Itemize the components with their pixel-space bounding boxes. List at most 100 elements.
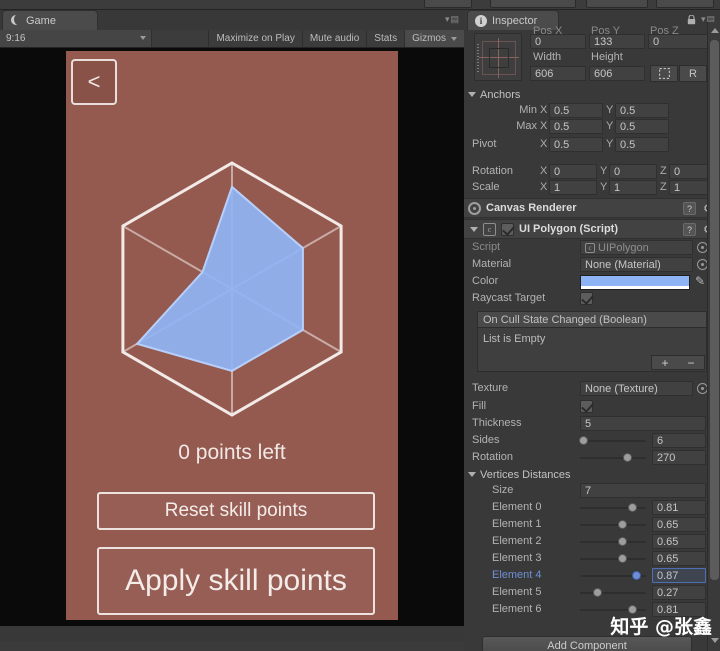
game-view[interactable]: < 0 points left Reset skill points Apply…	[0, 48, 464, 626]
toolbar-button-3[interactable]	[586, 0, 648, 8]
scale-y-field[interactable]: 1	[609, 180, 657, 195]
slider-knob[interactable]	[617, 537, 627, 546]
eyedropper-icon[interactable]: ✎	[695, 274, 705, 288]
script-icon: c	[585, 242, 595, 253]
reset-skill-points-label: Reset skill points	[164, 500, 308, 521]
rotation-z-field[interactable]: 0	[669, 164, 711, 179]
mute-audio-button[interactable]: Mute audio	[301, 30, 366, 47]
anchor-max-y-field[interactable]: 0.5	[615, 119, 669, 134]
element-0-label: Element 0	[492, 501, 542, 513]
element-0-slider[interactable]	[580, 500, 646, 515]
slider-knob[interactable]	[592, 588, 602, 597]
blueprint-mode-button[interactable]	[650, 65, 678, 82]
width-field[interactable]: 606	[530, 66, 586, 81]
polygon-rotation-field[interactable]: 270	[652, 450, 706, 465]
aspect-ratio-dropdown[interactable]: 9:16	[0, 30, 152, 47]
element-5-slider[interactable]	[580, 585, 646, 600]
vertices-distances-header[interactable]: Vertices Distances	[468, 466, 570, 483]
help-icon[interactable]: ?	[683, 202, 696, 215]
apply-skill-points-button[interactable]: Apply skill points	[97, 547, 375, 615]
toolbar-button-4[interactable]	[656, 0, 714, 8]
sides-field[interactable]: 6	[652, 433, 706, 448]
anchor-min-x-field[interactable]: 0.5	[549, 103, 603, 118]
component-header-canvas-renderer[interactable]: Canvas Renderer ? ⚙	[464, 198, 720, 218]
fill-checkbox[interactable]	[580, 400, 593, 413]
polygon-rotation-slider[interactable]	[580, 450, 646, 465]
maximize-on-play-button[interactable]: Maximize on Play	[208, 30, 301, 47]
texture-field[interactable]: None (Texture)	[580, 381, 693, 396]
element-4-field[interactable]: 0.87	[652, 568, 706, 583]
thickness-field[interactable]: 5	[580, 416, 706, 431]
raw-edit-mode-button[interactable]: R	[679, 65, 707, 82]
game-panel-menu-icon[interactable]: ▾▤	[445, 14, 460, 25]
anchor-inner-rect	[489, 48, 509, 68]
raycast-target-checkbox[interactable]	[580, 292, 593, 305]
slider-knob[interactable]	[617, 554, 627, 563]
stats-button[interactable]: Stats	[366, 30, 404, 47]
event-list-buttons: + −	[651, 355, 705, 370]
tab-game-label: Game	[26, 14, 56, 27]
array-size-field[interactable]: 7	[580, 483, 706, 498]
material-field[interactable]: None (Material)	[580, 257, 693, 272]
element-3-field[interactable]: 0.65	[652, 551, 706, 566]
slider-knob[interactable]	[632, 571, 642, 580]
element-0-field[interactable]: 0.81	[652, 500, 706, 515]
element-2-label: Element 2	[492, 535, 542, 547]
slider-knob[interactable]	[617, 520, 627, 529]
height-field[interactable]: 606	[589, 66, 645, 81]
width-label: Width	[533, 51, 562, 63]
element-2-slider[interactable]	[580, 534, 646, 549]
scroll-up-arrow-icon[interactable]	[711, 28, 719, 33]
inspector-body: Pos X Pos Y Pos Z 0 133 0 Width Height 6…	[464, 22, 720, 651]
gizmos-button[interactable]: Gizmos	[404, 30, 464, 47]
anchor-preset-widget[interactable]	[474, 33, 522, 81]
rotation-y-field[interactable]: 0	[609, 164, 657, 179]
scale-x-field[interactable]: 1	[549, 180, 597, 195]
pos-z-field[interactable]: 0	[648, 34, 708, 49]
sides-slider[interactable]	[578, 433, 646, 448]
event-add-button[interactable]: +	[652, 356, 678, 370]
scroll-down-arrow-icon[interactable]	[711, 638, 719, 643]
rect-rotation-label: Rotation	[472, 165, 513, 177]
anchors-section-header[interactable]: Anchors	[468, 86, 520, 103]
pos-x-field[interactable]: 0	[530, 34, 586, 49]
rotation-x-field[interactable]: 0	[549, 164, 597, 179]
anchor-max-x-field[interactable]: 0.5	[549, 119, 603, 134]
element-2-field[interactable]: 0.65	[652, 534, 706, 549]
pos-y-field[interactable]: 133	[589, 34, 645, 49]
game-tab-row: Game ▾▤	[0, 10, 464, 30]
element-3-slider[interactable]	[580, 551, 646, 566]
slider-knob[interactable]	[578, 436, 588, 445]
slider-track	[580, 558, 646, 560]
element-1-slider[interactable]	[580, 517, 646, 532]
sides-label: Sides	[472, 434, 500, 446]
pivot-x-field[interactable]: 0.5	[549, 137, 603, 152]
slider-knob[interactable]	[628, 503, 638, 512]
element-5-field[interactable]: 0.27	[652, 585, 706, 600]
ui-polygon-enabled-checkbox[interactable]	[501, 222, 514, 236]
tab-game[interactable]: Game	[2, 10, 98, 30]
inspector-scrollbar[interactable]	[707, 22, 720, 651]
scrollbar-thumb[interactable]	[710, 40, 719, 580]
toolbar-button-2[interactable]	[490, 0, 576, 8]
scale-z-field[interactable]: 1	[669, 180, 711, 195]
chevron-down-icon[interactable]	[470, 226, 478, 232]
toolbar-button-1[interactable]	[424, 0, 472, 8]
back-button[interactable]: <	[71, 59, 117, 105]
anchor-max-label: Max	[516, 120, 537, 132]
component-header-ui-polygon[interactable]: c UI Polygon (Script) ? ⚙	[464, 219, 720, 239]
pivot-y-field[interactable]: 0.5	[615, 137, 669, 152]
slider-knob[interactable]	[623, 453, 633, 462]
anchor-min-y-field[interactable]: 0.5	[615, 103, 669, 118]
element-1-field[interactable]: 0.65	[652, 517, 706, 532]
pivot-label: Pivot	[472, 138, 497, 150]
event-remove-button[interactable]: −	[678, 356, 704, 370]
reset-skill-points-button[interactable]: Reset skill points	[97, 492, 375, 530]
element-4-slider[interactable]	[580, 568, 646, 583]
help-icon[interactable]: ?	[683, 223, 696, 236]
color-swatch[interactable]	[580, 275, 690, 290]
chevron-down-icon	[140, 36, 146, 40]
canvas-renderer-title: Canvas Renderer	[486, 202, 577, 214]
unity-game-icon	[11, 14, 23, 26]
chevron-down-icon	[451, 36, 457, 41]
